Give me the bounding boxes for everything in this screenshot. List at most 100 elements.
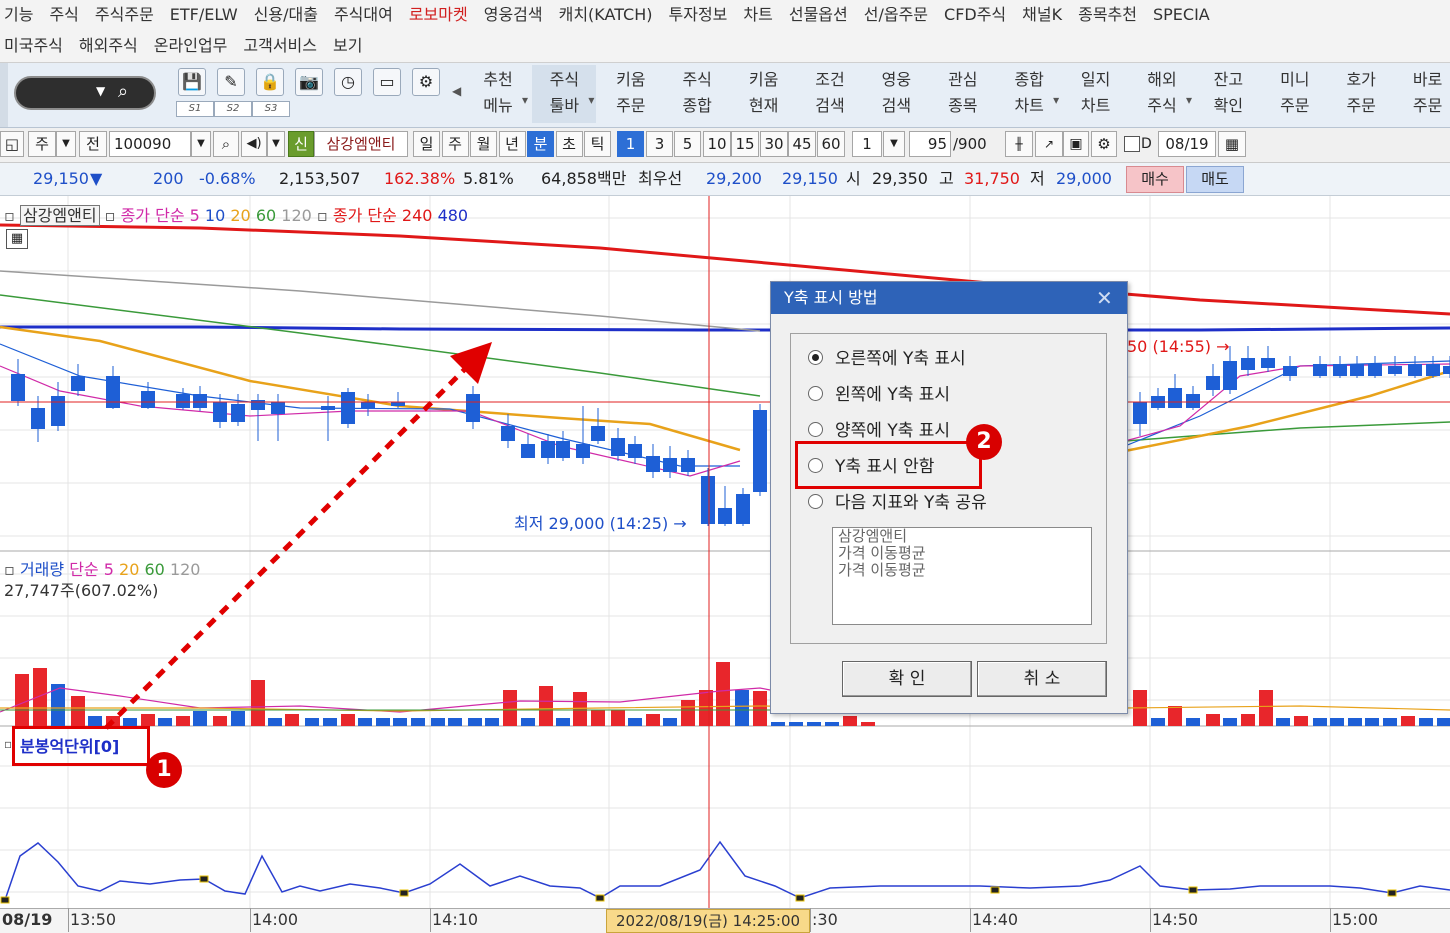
chevron-down-icon[interactable]: ▾ [1186,87,1192,113]
toolbar-grip[interactable] [0,63,8,127]
cancel-button[interactable]: 취 소 [977,661,1107,697]
window-icon[interactable]: ◱ [0,131,24,157]
y-axis-option[interactable]: 왼쪽에 Y축 표시 [808,382,950,408]
interval-button[interactable]: 45 [788,131,816,157]
ok-button[interactable]: 확 인 [842,661,972,697]
slot-s2[interactable]: S2 [214,101,252,117]
toolbar-button[interactable]: 추천 메뉴 ▾ [466,65,530,123]
interval-button[interactable]: 15 [731,131,759,157]
toolbar-button[interactable]: 관심 종목 [931,65,995,123]
code-dropdown-icon[interactable]: ▼ [191,131,211,157]
sell-button[interactable]: 매도 [1186,166,1244,193]
toolbar-button[interactable]: 바로 주문 [1396,65,1450,123]
slot-s3[interactable]: S3 [252,101,290,117]
chart-canvas[interactable] [0,196,1450,908]
menu-item[interactable]: 주식 [49,2,78,28]
menu-item[interactable]: 기능 [4,2,33,28]
buy-button[interactable]: 매수 [1126,166,1184,193]
date-input[interactable]: 08/19 [1158,131,1216,157]
slot-s1[interactable]: S1 [176,101,214,117]
indicator-list-item[interactable]: 삼강엠앤티 [833,528,1091,545]
menu-item[interactable]: 로보마켓 [409,2,468,28]
market-dropdown-icon[interactable]: ▼ [56,131,76,157]
radio-button[interactable] [808,494,823,509]
toolbar-button[interactable]: 키움 주문 [599,65,663,123]
clock-icon[interactable]: ◷ [334,68,362,96]
menu-item[interactable]: 주식대여 [334,2,393,28]
menu-item[interactable]: 차트 [743,2,772,28]
toolbar-button[interactable]: 조건 검색 [798,65,862,123]
chevron-down-icon[interactable]: ▾ [522,87,528,113]
speaker-dropdown-icon[interactable]: ▼ [267,131,285,157]
camera-icon[interactable]: 📷 [295,68,323,96]
brush-icon[interactable]: ✎ [217,68,245,96]
close-icon[interactable]: ✕ [1096,286,1113,310]
count-input[interactable]: 95 [909,131,951,157]
period-button[interactable]: 주 [441,131,469,157]
toolbar-scroll-left-icon[interactable]: ◀ [452,84,461,98]
search-icon[interactable]: ⌕ [118,81,128,102]
period-button[interactable]: 틱 [584,131,611,157]
prev-button[interactable]: 전 [79,131,107,157]
menu-item[interactable]: 채널K [1022,2,1062,28]
period-button[interactable]: 초 [555,131,583,157]
gear-icon[interactable]: ⚙ [1091,131,1117,157]
radio-button[interactable] [808,386,823,401]
menu-item[interactable]: CFD주식 [944,2,1006,28]
period-button[interactable]: 년 [498,131,526,157]
menu-item[interactable]: 캐치(KATCH) [559,2,653,28]
toolbar-button[interactable]: 해외 주식 ▾ [1130,65,1194,123]
interval-button[interactable]: 1 [617,131,644,157]
indicator-list-item[interactable]: 가격 이동평균 [833,562,1091,579]
candle-icon[interactable]: ╫ [1005,131,1033,157]
menu-item[interactable]: 고객서비스 [243,33,317,59]
gear-icon[interactable]: ⚙ [412,68,440,96]
indicator-list-item[interactable]: 가격 이동평균 [833,545,1091,562]
toolbar-button[interactable]: 키움 현재 [732,65,796,123]
trend-icon[interactable]: ↗ [1035,131,1063,157]
indicator-list[interactable]: 삼강엠앤티 가격 이동평균 가격 이동평균 [832,527,1092,625]
radio-button[interactable] [808,350,823,365]
chevron-down-icon[interactable]: ▾ [1053,87,1059,113]
date-checkbox[interactable] [1124,136,1140,152]
toolbar-button[interactable]: 종합 차트 ▾ [997,65,1061,123]
search-icon[interactable]: ⌕ [213,131,239,157]
menu-item[interactable]: 미국주식 [4,33,63,59]
stock-search-combo[interactable]: ▼ ⌕ [14,76,156,110]
menu-item[interactable]: 주식주문 [95,2,154,28]
y-axis-option[interactable]: 다음 지표와 Y축 공유 [808,490,987,516]
menu-item[interactable]: 영웅검색 [484,2,543,28]
stock-code-input[interactable]: 100090 [109,131,191,157]
interval-button[interactable]: 60 [817,131,845,157]
chart-area[interactable] [0,196,1450,908]
unit-input[interactable]: 1 [852,131,882,157]
lock-icon[interactable]: 🔒 [256,68,284,96]
menu-item[interactable]: ETF/ELW [170,2,238,28]
y-axis-option[interactable]: 오른쪽에 Y축 표시 [808,346,966,372]
menu-item[interactable]: 신용/대출 [254,2,318,28]
toolbar-button[interactable]: 호가 주문 [1329,65,1393,123]
interval-button[interactable]: 5 [674,131,701,157]
menu-item[interactable]: 해외주식 [79,33,138,59]
menu-item[interactable]: 선/옵주문 [864,2,928,28]
menu-item[interactable]: 보기 [333,33,362,59]
radio-button[interactable] [808,422,823,437]
chevron-down-icon[interactable]: ▾ [588,87,594,113]
toolbar-button[interactable]: 잔고 확인 [1196,65,1260,123]
chevron-down-icon[interactable]: ▼ [96,84,105,98]
period-button[interactable]: 분 [527,131,554,157]
period-button[interactable]: 월 [470,131,497,157]
menu-item[interactable]: 종목추천 [1078,2,1137,28]
speaker-icon[interactable]: ◀) [241,131,267,157]
unit-dropdown-icon[interactable]: ▼ [883,131,905,157]
interval-button[interactable]: 30 [760,131,788,157]
menu-item[interactable]: 온라인업무 [154,33,228,59]
toolbar-button[interactable]: 주식 종합 [665,65,729,123]
market-select[interactable]: 주 [28,131,56,157]
stock-name-tag[interactable]: 삼강엠앤티 [19,205,100,226]
toolbar-button[interactable]: 일지 차트 [1064,65,1128,123]
toolbar-button[interactable]: 영웅 검색 [864,65,928,123]
menu-item[interactable]: SPECIA [1153,2,1210,28]
calendar-icon[interactable]: ▦ [1218,131,1246,157]
save-icon[interactable]: ▣ [1063,131,1089,157]
